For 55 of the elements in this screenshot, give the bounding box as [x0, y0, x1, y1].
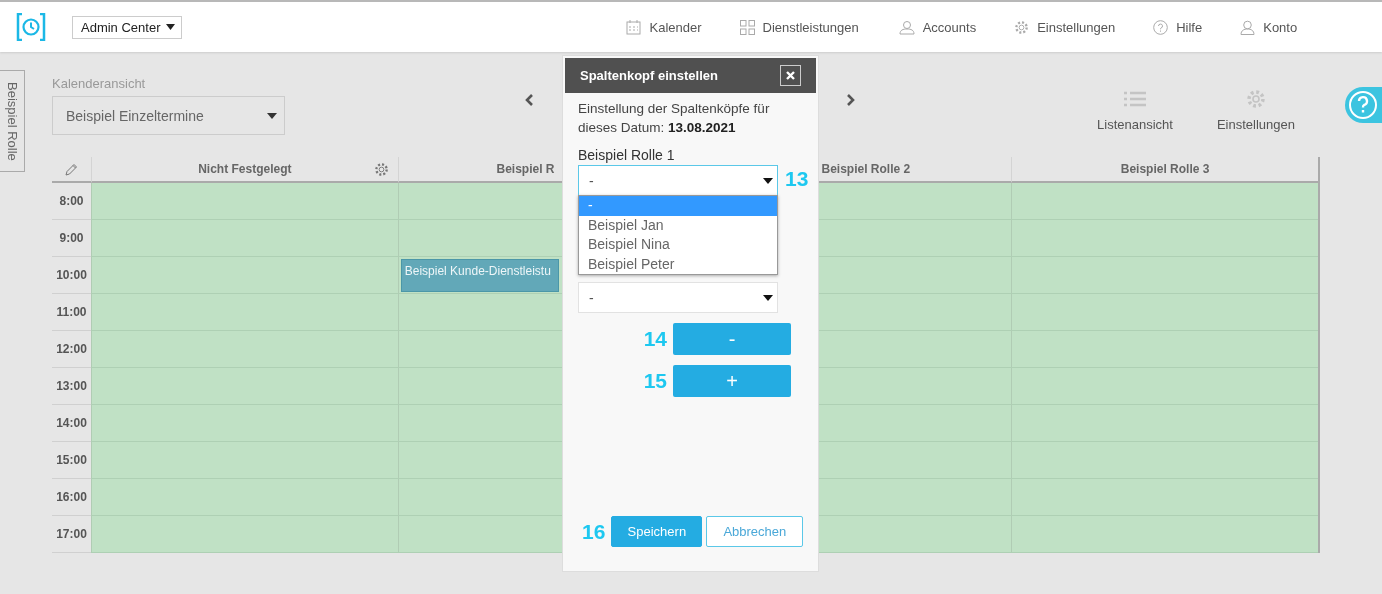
- list-icon: [1124, 89, 1146, 109]
- nav-link[interactable]: Dienstleistungen: [739, 19, 859, 35]
- settings-icon: [1014, 19, 1030, 35]
- callout-number: 16: [582, 519, 606, 544]
- column-header: Beispiel R: [496, 162, 555, 176]
- settings-icon[interactable]: [373, 162, 389, 177]
- settings-icon: [1245, 89, 1266, 109]
- users-icon: [898, 19, 915, 35]
- time-label: 17:00: [56, 527, 87, 541]
- nav-link[interactable]: Konto: [1240, 19, 1298, 35]
- user-icon: [1240, 19, 1256, 35]
- side-tab[interactable]: Beispiel Rolle: [0, 70, 25, 172]
- time-label: 16:00: [56, 490, 87, 504]
- close-button[interactable]: [780, 65, 801, 86]
- dialog-title: Spaltenkopf einstellen: [580, 68, 718, 83]
- role-select[interactable]: -: [578, 282, 778, 313]
- chevron-left-icon[interactable]: [525, 94, 534, 106]
- callout-number: 14: [643, 327, 667, 351]
- toolbar-button[interactable]: Listenansicht: [1097, 89, 1173, 132]
- time-label: 13:00: [56, 379, 87, 393]
- role-select[interactable]: -: [578, 165, 778, 196]
- time-label: 14:00: [56, 416, 87, 430]
- pencil-icon[interactable]: [65, 162, 78, 176]
- view-select[interactable]: Beispiel Einzeltermine: [52, 96, 285, 135]
- calendar-icon: [626, 19, 642, 35]
- caret-icon: [267, 112, 277, 119]
- time-label: 12:00: [56, 342, 87, 356]
- time-label: 8:00: [59, 194, 84, 208]
- column-header: Beispiel Rolle 2: [821, 162, 911, 176]
- admin-center-dropdown[interactable]: Admin Center: [72, 15, 183, 39]
- time-label: 15:00: [56, 453, 87, 467]
- dialog-description: Einstellung der Spaltenköpfe für dieses Datum: 13.08.2021: [578, 100, 771, 137]
- nav-link[interactable]: Einstellungen: [1014, 19, 1116, 35]
- nav-link[interactable]: Kalender: [626, 19, 702, 35]
- toolbar-button[interactable]: Einstellungen: [1216, 89, 1295, 132]
- clock-logo-icon[interactable]: [16, 13, 46, 41]
- chevron-right-icon[interactable]: [846, 94, 855, 106]
- field-label: Beispiel Rolle 1: [578, 146, 676, 165]
- column-header: Beispiel Rolle 3: [1120, 162, 1210, 176]
- time-label: 11:00: [56, 305, 87, 319]
- dropdown-option[interactable]: Beispiel Nina: [579, 235, 777, 255]
- nav-link[interactable]: Hilfe: [1153, 19, 1203, 35]
- help-icon: [1153, 19, 1169, 35]
- view-label: Kalenderansicht: [52, 76, 147, 91]
- time-label: 9:00: [59, 231, 84, 245]
- time-label: 10:00: [56, 268, 87, 282]
- help-icon[interactable]: [1345, 87, 1382, 123]
- caret-icon: [166, 24, 176, 30]
- grid-icon: [739, 19, 755, 35]
- nav-link[interactable]: Accounts: [898, 19, 977, 35]
- column-header: Nicht Festgelegt: [198, 162, 292, 176]
- dropdown-option[interactable]: Beispiel Jan: [579, 215, 777, 235]
- callout-number: 13: [785, 167, 809, 191]
- callout-number: 15: [643, 369, 667, 393]
- close-icon: [786, 71, 795, 80]
